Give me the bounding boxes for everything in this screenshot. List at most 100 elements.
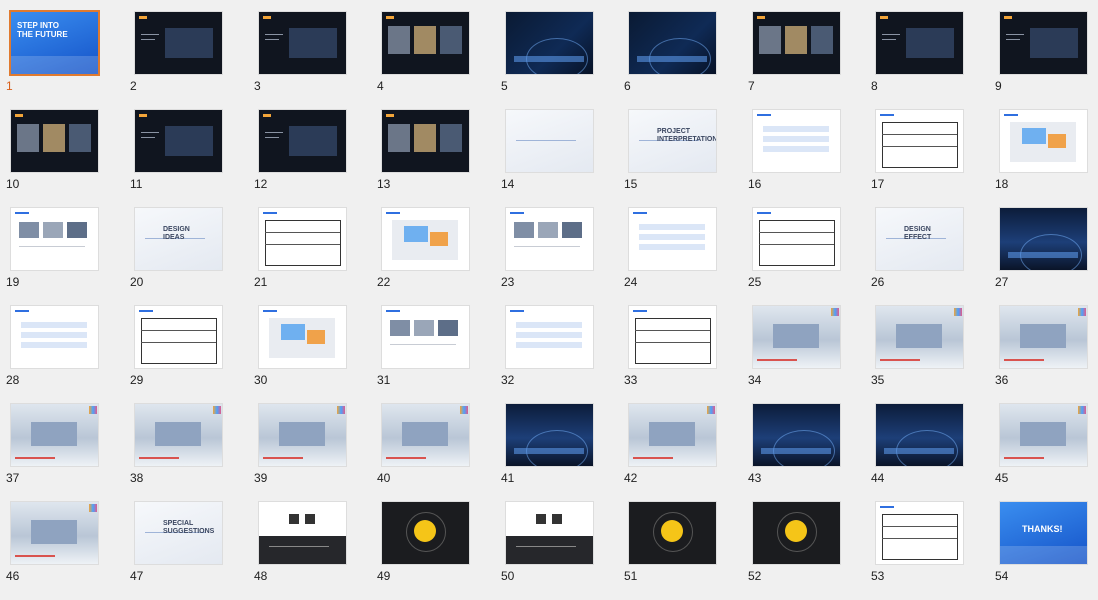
- slide-thumbnail[interactable]: [506, 404, 593, 466]
- slide-thumbnail[interactable]: PROJECT INTERPRETATION: [629, 110, 716, 172]
- slide-thumbnail-item[interactable]: 50: [495, 490, 605, 583]
- slide-thumbnail[interactable]: [11, 110, 98, 172]
- slide-thumbnail-item[interactable]: 31: [371, 294, 481, 387]
- slide-thumbnail-item[interactable]: 19: [0, 196, 110, 289]
- slide-thumbnail[interactable]: [259, 502, 346, 564]
- slide-thumbnail[interactable]: DESIGN IDEAS: [135, 208, 222, 270]
- slide-thumbnail[interactable]: [135, 110, 222, 172]
- slide-thumbnail-item[interactable]: 11: [124, 98, 234, 191]
- slide-thumbnail-item[interactable]: 37: [0, 392, 110, 485]
- slide-thumbnail-item[interactable]: 13: [371, 98, 481, 191]
- slide-thumbnail-item[interactable]: 32: [495, 294, 605, 387]
- slide-thumbnail[interactable]: [629, 502, 716, 564]
- slide-thumbnail[interactable]: DESIGN EFFECT: [876, 208, 963, 270]
- slide-thumbnail-item[interactable]: STEP INTO THE FUTURE 1: [0, 0, 110, 93]
- slide-thumbnail[interactable]: [259, 404, 346, 466]
- slide-thumbnail[interactable]: [753, 502, 840, 564]
- slide-thumbnail-item[interactable]: 22: [371, 196, 481, 289]
- slide-thumbnail[interactable]: [876, 12, 963, 74]
- slide-thumbnail-item[interactable]: 3: [248, 0, 358, 93]
- slide-thumbnail-item[interactable]: 45: [989, 392, 1098, 485]
- slide-thumbnail-item[interactable]: SPECIAL SUGGESTIONS 47: [124, 490, 234, 583]
- slide-thumbnail-item[interactable]: 8: [865, 0, 975, 93]
- slide-thumbnail-item[interactable]: PROJECT INTERPRETATION 15: [618, 98, 728, 191]
- slide-thumbnail-item[interactable]: 30: [248, 294, 358, 387]
- slide-thumbnail[interactable]: [11, 306, 98, 368]
- slide-thumbnail-item[interactable]: 46: [0, 490, 110, 583]
- slide-thumbnail-item[interactable]: 23: [495, 196, 605, 289]
- slide-thumbnail-item[interactable]: 17: [865, 98, 975, 191]
- slide-thumbnail-item[interactable]: 6: [618, 0, 728, 93]
- slide-thumbnail[interactable]: [1000, 306, 1087, 368]
- slide-thumbnail-item[interactable]: 25: [742, 196, 852, 289]
- slide-thumbnail-item[interactable]: 5: [495, 0, 605, 93]
- slide-thumbnail[interactable]: [876, 404, 963, 466]
- slide-thumbnail[interactable]: [753, 404, 840, 466]
- slide-thumbnail-item[interactable]: 42: [618, 392, 728, 485]
- slide-thumbnail[interactable]: [629, 404, 716, 466]
- slide-thumbnail[interactable]: [259, 306, 346, 368]
- slide-thumbnail-item[interactable]: DESIGN EFFECT 26: [865, 196, 975, 289]
- slide-thumbnail[interactable]: [506, 306, 593, 368]
- slide-thumbnail-item[interactable]: 9: [989, 0, 1098, 93]
- slide-thumbnail[interactable]: SPECIAL SUGGESTIONS: [135, 502, 222, 564]
- slide-thumbnail-item[interactable]: 52: [742, 490, 852, 583]
- slide-thumbnail[interactable]: [135, 404, 222, 466]
- slide-thumbnail[interactable]: STEP INTO THE FUTURE: [11, 12, 98, 74]
- slide-thumbnail[interactable]: [135, 306, 222, 368]
- slide-thumbnail-item[interactable]: 2: [124, 0, 234, 93]
- slide-thumbnail[interactable]: [1000, 404, 1087, 466]
- slide-thumbnail-item[interactable]: 24: [618, 196, 728, 289]
- slide-thumbnail[interactable]: [629, 12, 716, 74]
- slide-thumbnail-item[interactable]: 53: [865, 490, 975, 583]
- slide-thumbnail-item[interactable]: 36: [989, 294, 1098, 387]
- slide-thumbnail[interactable]: [753, 208, 840, 270]
- slide-thumbnail-item[interactable]: 18: [989, 98, 1098, 191]
- slide-thumbnail[interactable]: [1000, 12, 1087, 74]
- slide-thumbnail-item[interactable]: 14: [495, 98, 605, 191]
- slide-thumbnail[interactable]: [382, 208, 469, 270]
- slide-thumbnail[interactable]: [1000, 208, 1087, 270]
- slide-thumbnail-item[interactable]: 10: [0, 98, 110, 191]
- slide-thumbnail-item[interactable]: 7: [742, 0, 852, 93]
- slide-thumbnail[interactable]: [506, 502, 593, 564]
- slide-thumbnail-item[interactable]: 34: [742, 294, 852, 387]
- slide-thumbnail-item[interactable]: DESIGN IDEAS 20: [124, 196, 234, 289]
- slide-thumbnail[interactable]: [506, 12, 593, 74]
- slide-thumbnail-item[interactable]: 40: [371, 392, 481, 485]
- slide-thumbnail[interactable]: [629, 208, 716, 270]
- slide-thumbnail[interactable]: [382, 12, 469, 74]
- slide-thumbnail-item[interactable]: 44: [865, 392, 975, 485]
- slide-thumbnail[interactable]: [259, 208, 346, 270]
- slide-thumbnail-item[interactable]: 16: [742, 98, 852, 191]
- slide-thumbnail-item[interactable]: 29: [124, 294, 234, 387]
- slide-thumbnail-item[interactable]: 27: [989, 196, 1098, 289]
- slide-thumbnail-item[interactable]: 28: [0, 294, 110, 387]
- slide-thumbnail[interactable]: [382, 306, 469, 368]
- slide-thumbnail-item[interactable]: 49: [371, 490, 481, 583]
- slide-thumbnail[interactable]: [753, 306, 840, 368]
- slide-thumbnail[interactable]: [11, 404, 98, 466]
- slide-thumbnail[interactable]: [135, 12, 222, 74]
- slide-thumbnail-item[interactable]: 39: [248, 392, 358, 485]
- slide-thumbnail[interactable]: [876, 110, 963, 172]
- slide-thumbnail[interactable]: [876, 306, 963, 368]
- slide-thumbnail[interactable]: [11, 502, 98, 564]
- slide-thumbnail-item[interactable]: THANKS! 54: [989, 490, 1098, 583]
- slide-thumbnail-item[interactable]: 21: [248, 196, 358, 289]
- slide-thumbnail[interactable]: [506, 110, 593, 172]
- slide-thumbnail-item[interactable]: 51: [618, 490, 728, 583]
- slide-thumbnail[interactable]: [506, 208, 593, 270]
- slide-thumbnail-item[interactable]: 41: [495, 392, 605, 485]
- slide-thumbnail[interactable]: [753, 110, 840, 172]
- slide-thumbnail[interactable]: THANKS!: [1000, 502, 1087, 564]
- slide-thumbnail[interactable]: [1000, 110, 1087, 172]
- slide-thumbnail[interactable]: [753, 12, 840, 74]
- slide-thumbnail-item[interactable]: 4: [371, 0, 481, 93]
- slide-thumbnail-item[interactable]: 38: [124, 392, 234, 485]
- slide-thumbnail[interactable]: [382, 110, 469, 172]
- slide-thumbnail-item[interactable]: 48: [248, 490, 358, 583]
- slide-thumbnail-item[interactable]: 43: [742, 392, 852, 485]
- slide-thumbnail-item[interactable]: 12: [248, 98, 358, 191]
- slide-thumbnail[interactable]: [876, 502, 963, 564]
